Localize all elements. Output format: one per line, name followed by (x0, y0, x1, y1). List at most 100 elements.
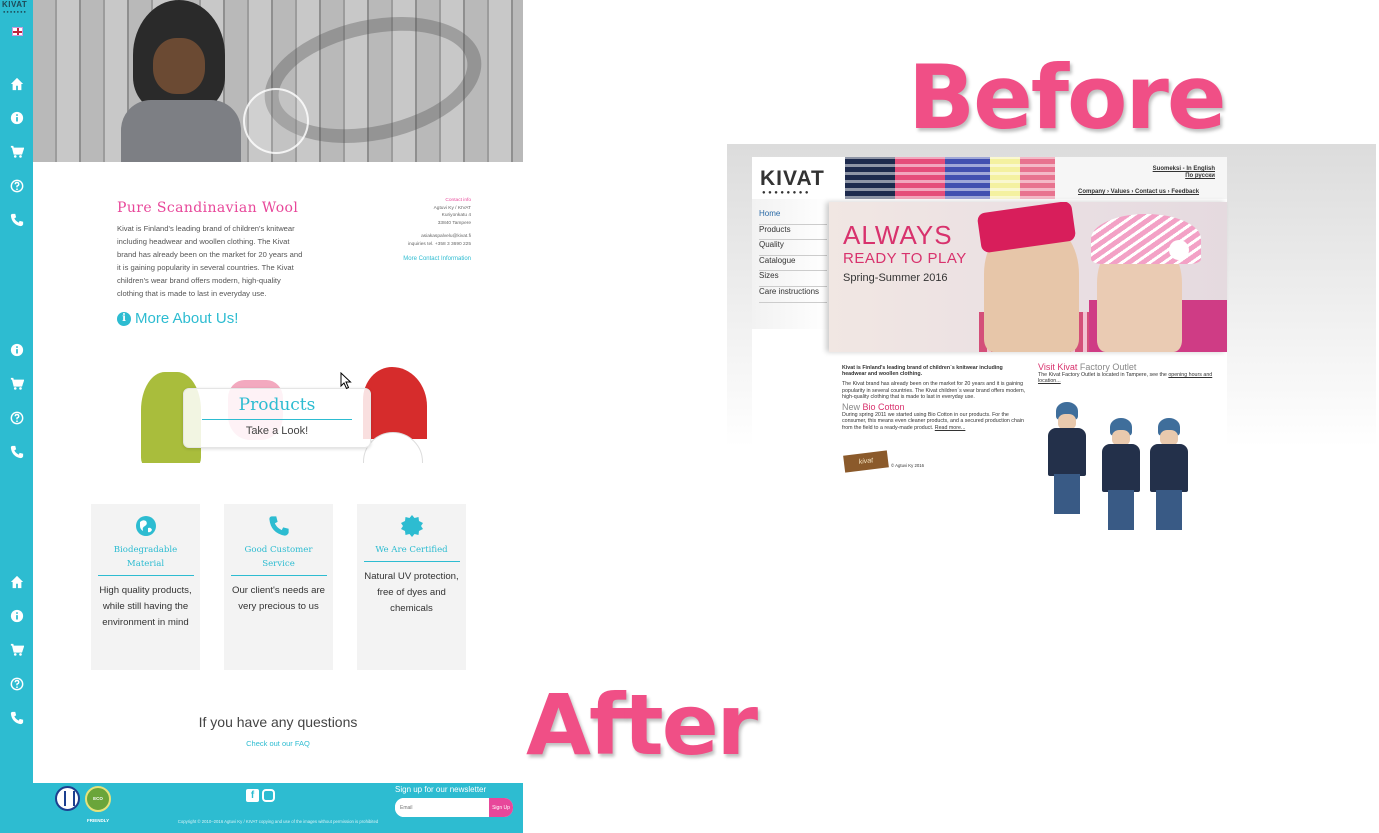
child-face (153, 38, 205, 94)
feature-title: Good Customer Service (230, 543, 327, 576)
feature-text: High quality products, while still havin… (99, 585, 192, 628)
badge-icon (400, 515, 423, 537)
hero-line-1: ALWAYS (843, 220, 953, 250)
read-more-link[interactable]: Read more... (935, 425, 966, 431)
visit-kivat-label: Visit Kivat (1038, 362, 1078, 372)
old-hero-banner: ALWAYS READY TO PLAY Spring-Summer 2016 (829, 202, 1227, 352)
contact-company: Agtuvi Ky / KIVAT (433, 205, 471, 211)
info-circle-icon: i (117, 311, 131, 326)
intro-text: Kivat is Finland's leading brand of chil… (117, 224, 303, 298)
feature-title: We Are Certified (363, 543, 460, 562)
comparison-page: KIVAT ●●●●●●● Pure Scandinavian Wool Kiv… (0, 0, 1379, 833)
old-body-left: Kivat is Finland's leading brand of chil… (842, 365, 1027, 435)
cart-icon[interactable] (10, 145, 24, 159)
more-contact-link[interactable]: More Contact Information (351, 256, 471, 264)
home-icon[interactable] (10, 77, 24, 91)
striped-hats-banner (845, 157, 1055, 199)
old-top-navigation[interactable]: Company › Values › Contact us › Feedback (1078, 189, 1199, 195)
nav-quality[interactable]: Quality (759, 240, 827, 256)
facebook-icon[interactable]: f (246, 789, 259, 802)
feature-title: Biodegradable Material (97, 543, 194, 576)
child-vest (121, 100, 241, 162)
newsletter-email-input[interactable] (395, 798, 489, 817)
language-line-2[interactable]: По русски (1153, 173, 1215, 180)
boy-1-image (1044, 402, 1088, 522)
home-icon[interactable] (10, 575, 24, 589)
instagram-icon[interactable] (262, 789, 275, 802)
old-side-navigation: Home Products Quality Catalogue Sizes Ca… (759, 209, 827, 303)
more-about-label: More About Us! (135, 310, 239, 327)
phone-icon[interactable] (10, 445, 24, 459)
feature-certified: We Are Certified Natural UV protection, … (357, 504, 466, 670)
nav-catalogue[interactable]: Catalogue (759, 256, 827, 272)
new-label: New (842, 402, 861, 413)
nav-sizes[interactable]: Sizes (759, 271, 827, 287)
soap-bubble (243, 88, 309, 154)
products-title: Products (202, 395, 352, 420)
old-body-right: Visit Kivat Factory Outlet The Kivat Fac… (1038, 362, 1214, 385)
hero-image (33, 0, 523, 162)
help-icon[interactable] (10, 179, 24, 193)
phone-icon[interactable] (10, 213, 24, 227)
feature-biodegradable: Biodegradable Material High quality prod… (91, 504, 200, 670)
info-icon[interactable] (10, 609, 24, 623)
red-hat-image (363, 367, 427, 439)
hero-line-3: Spring-Summer 2016 (843, 272, 948, 284)
contact-phone: inquiries tel. +358 3 3690 225 (407, 241, 471, 247)
old-paragraph-2: During spring 2011 we started using Bio … (842, 412, 1024, 431)
contact-email[interactable]: asiakaspalvelu@kivat.fi (351, 233, 471, 241)
feature-text: Our client's needs are very precious to … (231, 585, 326, 612)
old-logo-text: KIVAT (760, 167, 825, 190)
before-label: Before (908, 46, 1227, 149)
help-icon[interactable] (10, 411, 24, 425)
old-lead: Kivat is Finland's leading brand of chil… (842, 365, 1003, 378)
social-links: f (246, 789, 275, 802)
globe-icon (135, 515, 157, 537)
cart-icon[interactable] (10, 377, 24, 391)
newsletter-form: Sign Up (395, 798, 513, 817)
nav-care-instructions[interactable]: Care instructions (759, 287, 827, 303)
info-icon[interactable] (10, 111, 24, 125)
english-flag-icon[interactable] (12, 27, 23, 36)
old-kivat-logo[interactable]: KIVAT ●●●●●●●● (752, 157, 845, 199)
kivat-logo[interactable]: KIVAT ●●●●●●● (2, 0, 32, 14)
old-paragraph-1: The Kivat brand has already been on the … (842, 381, 1026, 400)
phone-icon (268, 515, 290, 537)
feature-text: Natural UV protection, free of dyes and … (364, 571, 459, 614)
hat-pompom (1169, 240, 1189, 260)
sidebar: KIVAT ●●●●●●● (0, 0, 33, 833)
products-subtitle: Take a Look! (245, 425, 309, 437)
language-line-1[interactable]: Suomeksi - In English (1153, 166, 1215, 173)
language-links[interactable]: Suomeksi - In English По русски (1153, 166, 1215, 180)
products-card[interactable]: Products Take a Look! (183, 388, 371, 448)
cart-icon[interactable] (10, 643, 24, 657)
products-banner[interactable]: Products Take a Look! (113, 362, 436, 463)
intro-title: Pure Scandinavian Wool (117, 200, 299, 216)
contact-street: Kuriyonkatu 4 (441, 213, 471, 218)
boy-2-image (1098, 418, 1142, 538)
hero-line-2: READY TO PLAY (843, 250, 967, 267)
nav-home[interactable]: Home (759, 209, 827, 225)
finland-quality-badge-icon (55, 786, 80, 811)
more-about-link[interactable]: i More About Us! (117, 310, 238, 327)
bio-cotton-heading: New Bio Cotton (842, 402, 1027, 413)
footer: ECO FRIENDLY f Sign up for our newslette… (33, 783, 523, 833)
nav-products[interactable]: Products (759, 225, 827, 241)
eco-friendly-badge: ECO FRIENDLY (85, 786, 111, 823)
contact-heading: Contact info (445, 198, 471, 203)
questions-heading: If you have any questions (198, 714, 358, 730)
info-icon[interactable] (10, 343, 24, 357)
faq-link[interactable]: Check out our FAQ (33, 739, 523, 748)
footer-copyright: Copyright © 2010–2016 Agtuvi Ky / KIVAT … (177, 819, 379, 824)
old-logo-dots: ●●●●●●●● (762, 190, 811, 196)
bio-cotton-label: Bio Cotton (862, 402, 905, 413)
phone-icon[interactable] (10, 711, 24, 725)
boy-3-image (1146, 418, 1190, 538)
after-label: After (526, 676, 758, 774)
logo-dots: ●●●●●●● (3, 9, 27, 14)
after-website: KIVAT ●●●●●●● Pure Scandinavian Wool Kiv… (0, 0, 523, 833)
newsletter-signup-button[interactable]: Sign Up (489, 798, 513, 817)
help-icon[interactable] (10, 677, 24, 691)
contact-city: 33840 Tampere (437, 220, 471, 226)
contact-info: Contact info Agtuvi Ky / KIVAT Kuriyonka… (351, 197, 471, 264)
